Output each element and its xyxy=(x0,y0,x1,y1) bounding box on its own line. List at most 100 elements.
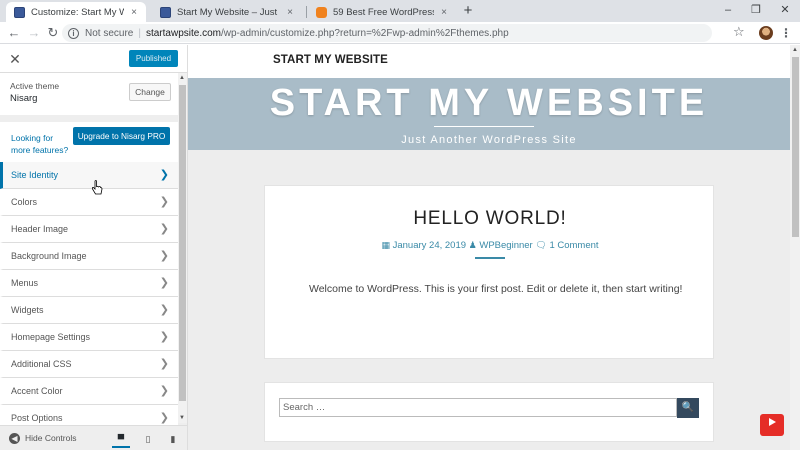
tab-close-icon[interactable]: × xyxy=(284,7,296,18)
section-label: Menus xyxy=(11,278,39,288)
tablet-preview-icon[interactable]: ▯ xyxy=(139,430,157,448)
tab-title: Start My Website – Just another xyxy=(177,6,280,18)
chevron-right-icon: ❯ xyxy=(159,223,169,235)
chevron-right-icon: ❯ xyxy=(159,412,169,424)
play-icon xyxy=(769,418,776,426)
close-icon[interactable]: ✕ xyxy=(6,50,24,68)
chevron-right-icon: ❯ xyxy=(159,277,169,289)
section-background-image[interactable]: Background Image ❯ xyxy=(0,243,178,270)
section-additional-css[interactable]: Additional CSS ❯ xyxy=(0,351,178,378)
site-header-banner: START MY WEBSITE Just Another WordPress … xyxy=(188,78,790,150)
customizer-sidebar: ✕ Published Active theme Nisarg Change L… xyxy=(0,45,188,450)
forward-arrow-icon[interactable]: → xyxy=(26,25,42,41)
sidebar-scrollbar[interactable]: ▲ ▼ xyxy=(178,73,187,423)
section-label: Colors xyxy=(11,197,38,207)
bookmark-star-icon[interactable]: ☆ xyxy=(733,24,745,40)
change-theme-button[interactable]: Change xyxy=(129,83,171,101)
section-label: Additional CSS xyxy=(11,359,72,369)
site-tagline: Just Another WordPress Site xyxy=(401,134,577,146)
active-theme-label: Active theme xyxy=(10,81,60,91)
section-label: Post Options xyxy=(11,413,63,423)
minimize-button[interactable]: – xyxy=(718,3,738,17)
customizer-sections: Site Identity ❯ Colors ❯ Header Image ❯ Bac… xyxy=(0,162,178,432)
post-title[interactable]: HELLO WORLD! xyxy=(265,208,715,230)
site-title[interactable]: START MY WEBSITE xyxy=(188,82,790,125)
active-theme-name: Nisarg xyxy=(10,93,38,104)
post-card: HELLO WORLD! ▦ January 24, 2019 ♟ WPBegi… xyxy=(264,185,714,359)
url-path: /wp-admin/customize.php?return=%2Fwp-adm… xyxy=(221,27,509,39)
section-site-identity[interactable]: Site Identity ❯ xyxy=(0,162,178,189)
hide-controls-button[interactable]: Hide Controls xyxy=(25,433,77,443)
title-divider xyxy=(434,126,534,127)
tab-site[interactable]: Start My Website – Just another × xyxy=(152,2,302,22)
profile-avatar[interactable] xyxy=(759,26,773,40)
section-label: Accent Color xyxy=(11,386,63,396)
section-label: Site Identity xyxy=(11,170,59,180)
blog-favicon-icon xyxy=(316,6,327,18)
tab-close-icon[interactable]: × xyxy=(128,7,140,18)
maximize-button[interactable]: ❐ xyxy=(746,3,766,17)
browser-tab-bar: Customize: Start My Website – Ju × Start… xyxy=(0,0,800,22)
search-widget: 🔍 xyxy=(264,382,714,442)
tab-close-icon[interactable]: × xyxy=(438,7,450,18)
section-menus[interactable]: Menus ❯ xyxy=(0,270,178,297)
tab-customize[interactable]: Customize: Start My Website – Ju × xyxy=(6,2,146,22)
comments-icon: 🗨 xyxy=(535,240,547,250)
scroll-up-icon[interactable]: ▲ xyxy=(179,75,185,81)
scroll-down-icon[interactable]: ▼ xyxy=(179,415,185,421)
section-colors[interactable]: Colors ❯ xyxy=(0,189,178,216)
section-label: Header Image xyxy=(11,224,69,234)
browser-toolbar: ← → ↻ i Not secure | startawpsite.com/wp… xyxy=(0,22,800,44)
section-label: Background Image xyxy=(11,251,87,261)
post-date[interactable]: January 24, 2019 xyxy=(393,240,466,251)
section-header-image[interactable]: Header Image ❯ xyxy=(0,216,178,243)
search-input[interactable] xyxy=(279,398,677,417)
section-widgets[interactable]: Widgets ❯ xyxy=(0,297,178,324)
close-window-button[interactable]: ✕ xyxy=(775,3,795,17)
section-homepage-settings[interactable]: Homepage Settings ❯ xyxy=(0,324,178,351)
browser-menu-icon[interactable]: ⋮ xyxy=(780,26,792,40)
active-theme-panel: Active theme Nisarg Change xyxy=(0,73,178,115)
url-host: startawpsite.com xyxy=(145,27,221,39)
upgrade-panel: Looking for more features? Upgrade to Ni… xyxy=(0,122,178,162)
tab-title: 59 Best Free WordPress Blog The xyxy=(333,6,434,18)
wordpress-favicon-icon xyxy=(160,6,171,18)
post-meta: ▦ January 24, 2019 ♟ WPBeginner 🗨 1 Comm… xyxy=(265,240,715,251)
new-tab-button[interactable]: + xyxy=(460,2,476,20)
section-label: Homepage Settings xyxy=(11,332,91,342)
chevron-right-icon: ❯ xyxy=(159,358,169,370)
mobile-preview-icon[interactable]: ▮ xyxy=(164,430,182,448)
preview-scroll-thumb[interactable] xyxy=(792,57,799,237)
wordpress-favicon-icon xyxy=(14,6,25,18)
tab-title: Customize: Start My Website – Ju xyxy=(31,6,124,18)
back-arrow-icon[interactable]: ← xyxy=(6,25,22,41)
chevron-right-icon: ❯ xyxy=(159,250,169,262)
post-excerpt: Welcome to WordPress. This is your first… xyxy=(309,283,683,295)
scroll-up-icon[interactable]: ▲ xyxy=(792,47,798,53)
site-top-nav: START MY WEBSITE xyxy=(188,45,790,78)
nav-site-title[interactable]: START MY WEBSITE xyxy=(273,54,388,66)
looking-for-features-link[interactable]: Looking for more features? xyxy=(11,132,71,156)
reload-icon[interactable]: ↻ xyxy=(45,25,61,41)
sidebar-scroll-thumb[interactable] xyxy=(179,85,186,401)
published-button[interactable]: Published xyxy=(129,50,178,67)
upgrade-pro-button[interactable]: Upgrade to Nisarg PRO xyxy=(73,127,170,145)
user-icon: ♟ xyxy=(468,240,477,250)
address-divider: | xyxy=(138,27,141,39)
calendar-icon: ▦ xyxy=(381,240,390,250)
customizer-footer: ◀ Hide Controls ▀ ▯ ▮ xyxy=(0,425,187,450)
tab-separator xyxy=(306,6,307,18)
post-comments[interactable]: 1 Comment xyxy=(549,240,598,251)
search-button[interactable]: 🔍 xyxy=(677,398,699,418)
site-preview: START MY WEBSITE START MY WEBSITE Just A… xyxy=(188,45,790,450)
section-label: Widgets xyxy=(11,305,44,315)
post-author[interactable]: WPBeginner xyxy=(479,240,532,251)
hide-controls-icon[interactable]: ◀ xyxy=(9,433,20,444)
info-icon[interactable]: i xyxy=(68,27,79,39)
tab-themes-article[interactable]: 59 Best Free WordPress Blog The × xyxy=(308,2,456,22)
section-accent-color[interactable]: Accent Color ❯ xyxy=(0,378,178,405)
subscribe-badge-icon[interactable] xyxy=(760,414,784,436)
address-bar[interactable]: i Not secure | startawpsite.com/wp-admin… xyxy=(62,24,712,42)
desktop-preview-icon[interactable]: ▀ xyxy=(112,430,130,448)
preview-scrollbar[interactable]: ▲ xyxy=(790,45,800,450)
